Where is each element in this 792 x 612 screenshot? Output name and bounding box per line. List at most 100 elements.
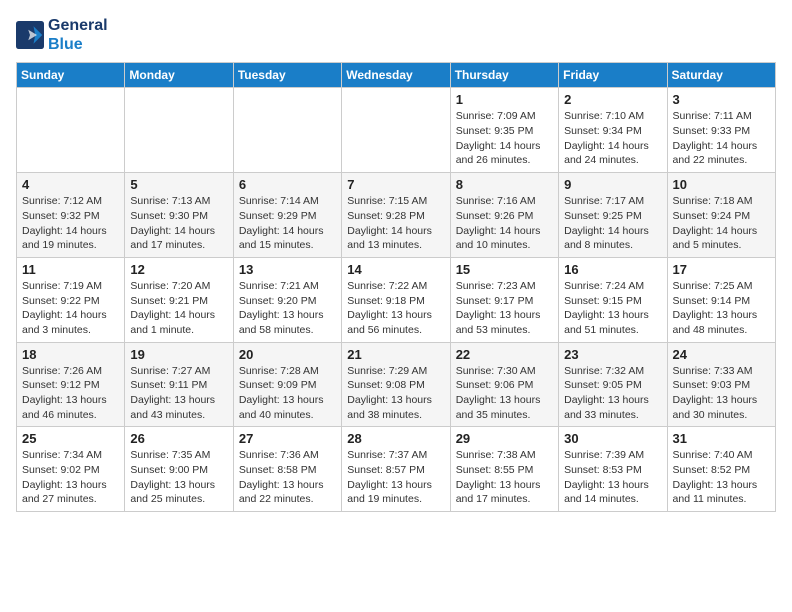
day-number: 8	[456, 177, 553, 192]
day-cell: 21 Sunrise: 7:29 AM Sunset: 9:08 PM Dayli…	[342, 342, 450, 427]
day-cell: 14Sunrise: 7:22 AM Sunset: 9:18 PM Dayli…	[342, 257, 450, 342]
day-cell: 7Sunrise: 7:15 AM Sunset: 9:28 PM Daylig…	[342, 173, 450, 258]
day-cell: 23 Sunrise: 7:32 AM Sunset: 9:05 PM Dayli…	[559, 342, 667, 427]
day-cell: 27 Sunrise: 7:36 AM Sunset: 8:58 PM Dayli…	[233, 427, 341, 512]
day-cell: 8 Sunrise: 7:16 AM Sunset: 9:26 PM Daylig…	[450, 173, 558, 258]
page-header: General Blue	[16, 16, 776, 54]
day-cell: 22 Sunrise: 7:30 AM Sunset: 9:06 PM Dayli…	[450, 342, 558, 427]
day-cell: 12Sunrise: 7:20 AM Sunset: 9:21 PM Dayli…	[125, 257, 233, 342]
day-number: 5	[130, 177, 227, 192]
calendar-table: SundayMondayTuesdayWednesdayThursdayFrid…	[16, 62, 776, 512]
day-cell: 6 Sunrise: 7:14 AM Sunset: 9:29 PM Daylig…	[233, 173, 341, 258]
day-cell: 2 Sunrise: 7:10 AM Sunset: 9:34 PM Daylig…	[559, 88, 667, 173]
day-info: Sunrise: 7:35 AM Sunset: 9:00 PM Dayligh…	[130, 448, 227, 507]
day-info: Sunrise: 7:33 AM Sunset: 9:03 PM Dayligh…	[673, 364, 770, 423]
day-cell	[125, 88, 233, 173]
day-number: 15	[456, 262, 553, 277]
day-info: Sunrise: 7:16 AM Sunset: 9:26 PM Dayligh…	[456, 194, 553, 253]
day-number: 30	[564, 431, 661, 446]
day-info: Sunrise: 7:13 AM Sunset: 9:30 PM Dayligh…	[130, 194, 227, 253]
day-cell: 4Sunrise: 7:12 AM Sunset: 9:32 PM Daylig…	[17, 173, 125, 258]
day-info: Sunrise: 7:21 AM Sunset: 9:20 PM Dayligh…	[239, 279, 336, 338]
col-header-saturday: Saturday	[667, 63, 775, 88]
day-number: 3	[673, 92, 770, 107]
day-info: Sunrise: 7:26 AM Sunset: 9:12 PM Dayligh…	[22, 364, 119, 423]
day-cell	[17, 88, 125, 173]
day-number: 9	[564, 177, 661, 192]
col-header-thursday: Thursday	[450, 63, 558, 88]
day-cell: 20 Sunrise: 7:28 AM Sunset: 9:09 PM Dayli…	[233, 342, 341, 427]
day-number: 6	[239, 177, 336, 192]
day-info: Sunrise: 7:34 AM Sunset: 9:02 PM Dayligh…	[22, 448, 119, 507]
day-cell: 28 Sunrise: 7:37 AM Sunset: 8:57 PM Dayli…	[342, 427, 450, 512]
day-number: 23	[564, 347, 661, 362]
day-number: 19	[130, 347, 227, 362]
day-number: 1	[456, 92, 553, 107]
day-info: Sunrise: 7:10 AM Sunset: 9:34 PM Dayligh…	[564, 109, 661, 168]
day-info: Sunrise: 7:24 AM Sunset: 9:15 PM Dayligh…	[564, 279, 661, 338]
week-row-1: 1 Sunrise: 7:09 AM Sunset: 9:35 PM Daylig…	[17, 88, 776, 173]
day-number: 24	[673, 347, 770, 362]
day-number: 16	[564, 262, 661, 277]
day-info: Sunrise: 7:32 AM Sunset: 9:05 PM Dayligh…	[564, 364, 661, 423]
day-number: 20	[239, 347, 336, 362]
day-cell: 18 Sunrise: 7:26 AM Sunset: 9:12 PM Dayli…	[17, 342, 125, 427]
day-number: 26	[130, 431, 227, 446]
day-info: Sunrise: 7:39 AM Sunset: 8:53 PM Dayligh…	[564, 448, 661, 507]
day-info: Sunrise: 7:18 AM Sunset: 9:24 PM Dayligh…	[673, 194, 770, 253]
day-info: Sunrise: 7:38 AM Sunset: 8:55 PM Dayligh…	[456, 448, 553, 507]
day-number: 10	[673, 177, 770, 192]
day-number: 12	[130, 262, 227, 277]
week-row-2: 4Sunrise: 7:12 AM Sunset: 9:32 PM Daylig…	[17, 173, 776, 258]
col-header-friday: Friday	[559, 63, 667, 88]
day-cell: 16 Sunrise: 7:24 AM Sunset: 9:15 PM Dayli…	[559, 257, 667, 342]
day-cell: 25 Sunrise: 7:34 AM Sunset: 9:02 PM Dayli…	[17, 427, 125, 512]
day-number: 7	[347, 177, 444, 192]
day-cell	[342, 88, 450, 173]
day-cell: 19 Sunrise: 7:27 AM Sunset: 9:11 PM Dayli…	[125, 342, 233, 427]
day-cell: 15 Sunrise: 7:23 AM Sunset: 9:17 PM Dayli…	[450, 257, 558, 342]
col-header-wednesday: Wednesday	[342, 63, 450, 88]
col-header-monday: Monday	[125, 63, 233, 88]
day-info: Sunrise: 7:30 AM Sunset: 9:06 PM Dayligh…	[456, 364, 553, 423]
day-number: 31	[673, 431, 770, 446]
day-info: Sunrise: 7:37 AM Sunset: 8:57 PM Dayligh…	[347, 448, 444, 507]
logo: General Blue	[16, 16, 108, 54]
day-cell: 17 Sunrise: 7:25 AM Sunset: 9:14 PM Dayli…	[667, 257, 775, 342]
day-info: Sunrise: 7:27 AM Sunset: 9:11 PM Dayligh…	[130, 364, 227, 423]
day-cell: 13 Sunrise: 7:21 AM Sunset: 9:20 PM Dayli…	[233, 257, 341, 342]
day-number: 13	[239, 262, 336, 277]
day-number: 28	[347, 431, 444, 446]
day-info: Sunrise: 7:28 AM Sunset: 9:09 PM Dayligh…	[239, 364, 336, 423]
day-cell: 11Sunrise: 7:19 AM Sunset: 9:22 PM Dayli…	[17, 257, 125, 342]
day-number: 25	[22, 431, 119, 446]
week-row-3: 11Sunrise: 7:19 AM Sunset: 9:22 PM Dayli…	[17, 257, 776, 342]
day-info: Sunrise: 7:29 AM Sunset: 9:08 PM Dayligh…	[347, 364, 444, 423]
day-cell: 3 Sunrise: 7:11 AM Sunset: 9:33 PM Daylig…	[667, 88, 775, 173]
day-number: 17	[673, 262, 770, 277]
day-info: Sunrise: 7:09 AM Sunset: 9:35 PM Dayligh…	[456, 109, 553, 168]
day-info: Sunrise: 7:36 AM Sunset: 8:58 PM Dayligh…	[239, 448, 336, 507]
day-number: 2	[564, 92, 661, 107]
day-number: 14	[347, 262, 444, 277]
day-number: 18	[22, 347, 119, 362]
day-info: Sunrise: 7:14 AM Sunset: 9:29 PM Dayligh…	[239, 194, 336, 253]
col-header-tuesday: Tuesday	[233, 63, 341, 88]
col-header-sunday: Sunday	[17, 63, 125, 88]
logo-text: General Blue	[48, 16, 108, 54]
week-row-5: 25 Sunrise: 7:34 AM Sunset: 9:02 PM Dayli…	[17, 427, 776, 512]
day-cell	[233, 88, 341, 173]
day-number: 22	[456, 347, 553, 362]
day-info: Sunrise: 7:17 AM Sunset: 9:25 PM Dayligh…	[564, 194, 661, 253]
day-info: Sunrise: 7:11 AM Sunset: 9:33 PM Dayligh…	[673, 109, 770, 168]
day-info: Sunrise: 7:25 AM Sunset: 9:14 PM Dayligh…	[673, 279, 770, 338]
day-info: Sunrise: 7:23 AM Sunset: 9:17 PM Dayligh…	[456, 279, 553, 338]
day-cell: 1 Sunrise: 7:09 AM Sunset: 9:35 PM Daylig…	[450, 88, 558, 173]
day-cell: 24 Sunrise: 7:33 AM Sunset: 9:03 PM Dayli…	[667, 342, 775, 427]
day-info: Sunrise: 7:40 AM Sunset: 8:52 PM Dayligh…	[673, 448, 770, 507]
day-cell: 29Sunrise: 7:38 AM Sunset: 8:55 PM Dayli…	[450, 427, 558, 512]
day-number: 27	[239, 431, 336, 446]
day-cell: 30 Sunrise: 7:39 AM Sunset: 8:53 PM Dayli…	[559, 427, 667, 512]
day-number: 21	[347, 347, 444, 362]
day-info: Sunrise: 7:19 AM Sunset: 9:22 PM Dayligh…	[22, 279, 119, 338]
